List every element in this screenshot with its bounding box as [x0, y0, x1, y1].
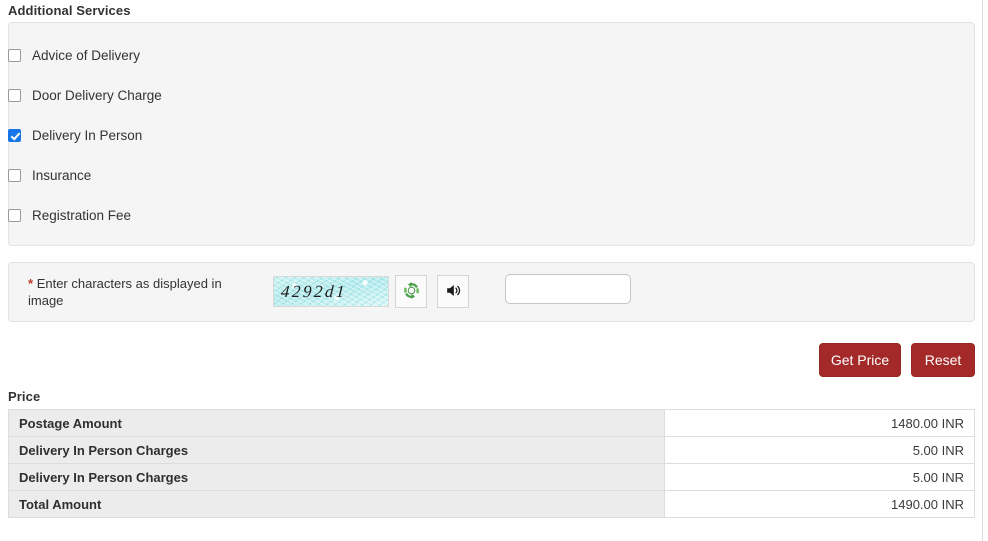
additional-services-panel [8, 22, 975, 246]
price-row-value: 5.00 INR [664, 436, 975, 464]
price-table: Postage Amount 1480.00 INR Delivery In P… [8, 409, 975, 518]
price-row-value: 1490.00 INR [664, 490, 975, 518]
checkbox-registration-fee[interactable] [8, 208, 21, 222]
price-row-label: Delivery In Person Charges [8, 463, 665, 491]
reset-button[interactable]: Reset [911, 343, 975, 377]
checkbox-label-advice-of-delivery: Advice of Delivery [32, 47, 141, 63]
table-row: Delivery In Person Charges 5.00 INR [8, 436, 975, 464]
checkbox-label-delivery-in-person: Delivery In Person [32, 127, 143, 143]
table-row: Total Amount 1490.00 INR [8, 490, 975, 518]
table-row: Delivery In Person Charges 5.00 INR [8, 463, 975, 491]
captcha-refresh-button[interactable] [395, 275, 427, 308]
checkbox-advice-of-delivery[interactable] [8, 48, 21, 62]
captcha-audio-button[interactable] [437, 275, 469, 308]
page-right-edge-rule [982, 0, 983, 541]
price-row-label: Postage Amount [8, 409, 665, 437]
captcha-image: 4292d1 [273, 276, 389, 307]
get-price-button[interactable]: Get Price [819, 343, 901, 377]
required-asterisk: * [28, 276, 34, 291]
additional-services-heading: Additional Services [8, 3, 131, 18]
price-heading: Price [8, 389, 41, 404]
captcha-label-text: Enter characters as displayed in image [28, 276, 222, 308]
checkbox-row-registration-fee[interactable]: Registration Fee [8, 205, 131, 225]
price-row-value: 1480.00 INR [664, 409, 975, 437]
checkbox-delivery-in-person[interactable] [8, 128, 21, 142]
checkbox-label-door-delivery-charge: Door Delivery Charge [32, 87, 162, 103]
speaker-icon [444, 281, 463, 303]
checkbox-door-delivery-charge[interactable] [8, 88, 21, 102]
price-row-label: Delivery In Person Charges [8, 436, 665, 464]
checkbox-row-insurance[interactable]: Insurance [8, 165, 91, 185]
captcha-input[interactable] [505, 274, 631, 304]
checkbox-insurance[interactable] [8, 168, 21, 182]
table-row: Postage Amount 1480.00 INR [8, 409, 975, 437]
checkbox-label-registration-fee: Registration Fee [32, 207, 132, 223]
refresh-icon [402, 281, 421, 303]
checkbox-row-delivery-in-person[interactable]: Delivery In Person [8, 125, 142, 145]
price-calculator-page: Additional Services Advice of Delivery D… [0, 0, 988, 541]
checkbox-label-insurance: Insurance [32, 167, 92, 183]
checkbox-row-advice-of-delivery[interactable]: Advice of Delivery [8, 45, 140, 65]
captcha-image-text: 4292d1 [280, 282, 348, 301]
checkbox-row-door-delivery-charge[interactable]: Door Delivery Charge [8, 85, 162, 105]
captcha-label: * Enter characters as displayed in image [28, 275, 243, 309]
price-row-value: 5.00 INR [664, 463, 975, 491]
price-row-label: Total Amount [8, 490, 665, 518]
